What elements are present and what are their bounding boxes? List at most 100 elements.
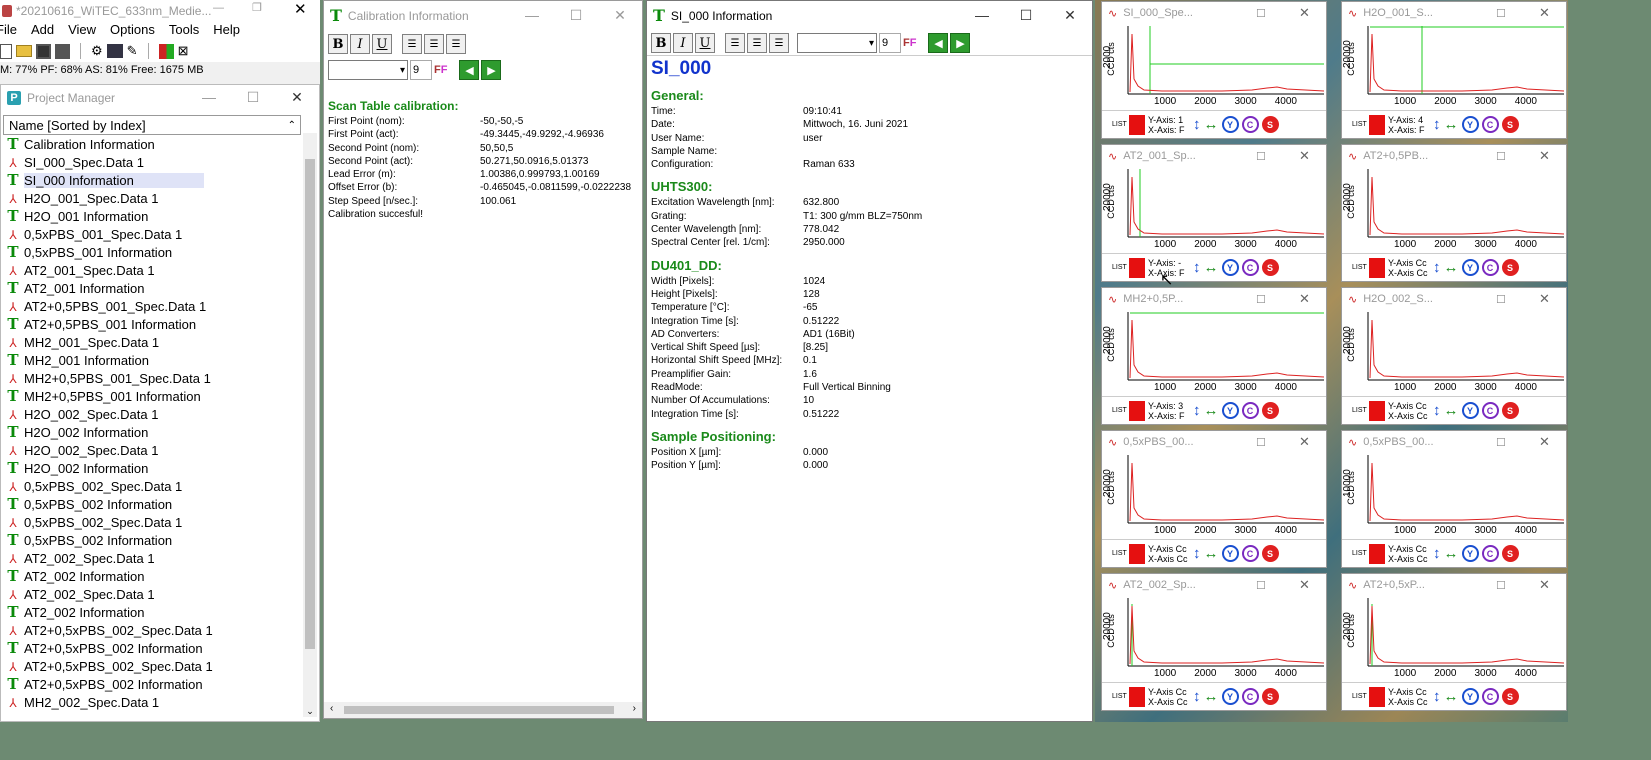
font-select[interactable]: [797, 33, 877, 53]
tree-item[interactable]: T MH2+0,5PBS_001 Information: [5, 387, 301, 405]
bold-button[interactable]: B: [651, 33, 671, 53]
tree-item[interactable]: ⅄ AT2+0,5xPBS_002_Spec.Data 1: [5, 621, 301, 639]
restore-button[interactable]: ❐: [252, 1, 262, 14]
font-color-icon[interactable]: FF: [434, 64, 447, 76]
spectrum-plot[interactable]: CCD cts 20000 1000 2000 3000 4000: [1102, 167, 1326, 255]
align-left-button[interactable]: ☰: [725, 33, 745, 53]
minimize-button[interactable]: —: [213, 2, 224, 14]
align-center-button[interactable]: ☰: [424, 34, 444, 54]
tree-item[interactable]: T Calibration Information: [5, 135, 301, 153]
horizontal-scale-icon[interactable]: ↔: [1444, 402, 1459, 419]
spectrum-plot[interactable]: CCD cts 20000 1000 2000 3000 4000: [1342, 167, 1566, 255]
color-swatch[interactable]: [1129, 400, 1145, 421]
c-icon[interactable]: C: [1481, 402, 1499, 419]
menu-options[interactable]: Options: [110, 22, 155, 40]
close-button[interactable]: ✕: [1539, 577, 1550, 593]
s-icon[interactable]: S: [1501, 116, 1519, 133]
italic-button[interactable]: I: [673, 33, 693, 53]
tree-item[interactable]: T SI_000 Information: [5, 171, 301, 189]
color-swatch[interactable]: [1369, 543, 1385, 564]
maximize-button[interactable]: ☐: [1496, 436, 1506, 449]
minimize-button[interactable]: —: [960, 1, 1004, 31]
color-swatch[interactable]: [1129, 114, 1145, 135]
spectrum-plot[interactable]: CCD cts 20000 1000 2000 3000 4000: [1102, 453, 1326, 541]
vertical-scale-icon[interactable]: ↕: [1193, 688, 1201, 705]
list-button[interactable]: LIST: [1112, 693, 1127, 701]
tree-item[interactable]: T AT2_002 Information: [5, 603, 301, 621]
c-icon[interactable]: C: [1481, 116, 1499, 133]
tree-item[interactable]: T H2O_002 Information: [5, 459, 301, 477]
tree-item[interactable]: ⅄ H2O_002_Spec.Data 1: [5, 441, 301, 459]
close-button[interactable]: ✕: [598, 1, 642, 31]
new-file-icon[interactable]: [0, 43, 12, 59]
save-all-icon[interactable]: [55, 43, 70, 59]
list-button[interactable]: LIST: [1352, 264, 1367, 272]
maximize-button[interactable]: ☐: [1496, 579, 1506, 592]
forward-button[interactable]: ▶: [481, 60, 502, 80]
tree-item[interactable]: T 0,5xPBS_002 Information: [5, 531, 301, 549]
tree-item[interactable]: ⅄ MH2_001_Spec.Data 1: [5, 333, 301, 351]
s-icon[interactable]: S: [1261, 259, 1279, 276]
font-color-icon[interactable]: FF: [903, 37, 916, 49]
tree-item[interactable]: ⅄ H2O_001_Spec.Data 1: [5, 189, 301, 207]
tree-item[interactable]: ⅄ H2O_002_Spec.Data 1: [5, 405, 301, 423]
align-right-button[interactable]: ☰: [446, 34, 466, 54]
tree-item[interactable]: T AT2_001 Information: [5, 279, 301, 297]
tree-item[interactable]: ⅄ AT2_001_Spec.Data 1: [5, 261, 301, 279]
font-select[interactable]: [328, 60, 408, 80]
font-size-field[interactable]: 9: [410, 60, 432, 80]
scroll-right-icon[interactable]: ›: [633, 703, 636, 714]
close-button[interactable]: ✕: [1299, 577, 1310, 593]
list-button[interactable]: LIST: [1352, 550, 1367, 558]
y-scale-icon[interactable]: Y: [1221, 402, 1239, 419]
tree-item[interactable]: ⅄ AT2+0,5PBS_001_Spec.Data 1: [5, 297, 301, 315]
pen-icon[interactable]: ✎: [127, 43, 138, 59]
maximize-button[interactable]: ☐: [1004, 1, 1048, 31]
list-button[interactable]: LIST: [1112, 121, 1127, 129]
list-button[interactable]: LIST: [1352, 121, 1367, 129]
c-icon[interactable]: C: [1241, 402, 1259, 419]
align-right-button[interactable]: ☰: [769, 33, 789, 53]
tree-item[interactable]: T 0,5xPBS_002 Information: [5, 495, 301, 513]
close-button[interactable]: ✕: [1299, 5, 1310, 21]
tree-item[interactable]: ⅄ 0,5xPBS_001_Spec.Data 1: [5, 225, 301, 243]
maximize-button[interactable]: ☐: [1496, 293, 1506, 306]
color-swatch[interactable]: [1369, 257, 1385, 278]
font-size-field[interactable]: 9: [879, 33, 901, 53]
c-icon[interactable]: C: [1241, 545, 1259, 562]
maximize-button[interactable]: ☐: [554, 1, 598, 31]
underline-button[interactable]: U: [372, 34, 392, 54]
s-icon[interactable]: S: [1261, 402, 1279, 419]
close-button[interactable]: ✕: [1539, 148, 1550, 164]
menu-tools[interactable]: Tools: [169, 22, 199, 40]
list-button[interactable]: LIST: [1112, 407, 1127, 415]
tree-item[interactable]: T H2O_001 Information: [5, 207, 301, 225]
horizontal-scale-icon[interactable]: ↔: [1444, 688, 1459, 705]
maximize-button[interactable]: ☐: [1256, 150, 1266, 163]
color-swatch[interactable]: [1129, 543, 1145, 564]
close-button[interactable]: ✕: [1539, 291, 1550, 307]
y-scale-icon[interactable]: Y: [1461, 688, 1479, 705]
tree-item[interactable]: ⅄ AT2_002_Spec.Data 1: [5, 549, 301, 567]
vertical-scale-icon[interactable]: ↕: [1433, 259, 1441, 276]
list-button[interactable]: LIST: [1112, 264, 1127, 272]
s-icon[interactable]: S: [1501, 402, 1519, 419]
horizontal-scale-icon[interactable]: ↔: [1444, 259, 1459, 276]
c-icon[interactable]: C: [1481, 688, 1499, 705]
list-button[interactable]: LIST: [1112, 550, 1127, 558]
italic-button[interactable]: I: [350, 34, 370, 54]
tree-item[interactable]: ⅄ 0,5xPBS_002_Spec.Data 1: [5, 477, 301, 495]
spectrum-window[interactable]: ∿ 0,5xPBS_00... ☐ ✕ CCD cts 10000 1000 2000 3000…: [1341, 430, 1567, 568]
tree-item[interactable]: ⅄ AT2+0,5xPBS_002_Spec.Data 1: [5, 657, 301, 675]
maximize-button[interactable]: ☐: [1256, 579, 1266, 592]
scrollbar-thumb[interactable]: [305, 159, 315, 649]
color-swatch[interactable]: [1369, 114, 1385, 135]
align-left-button[interactable]: ☰: [402, 34, 422, 54]
maximize-button[interactable]: ☐: [231, 85, 275, 111]
tree-item[interactable]: T AT2+0,5PBS_001 Information: [5, 315, 301, 333]
horizontal-scale-icon[interactable]: ↔: [1204, 116, 1219, 133]
spectrum-plot[interactable]: CCD cts 10000 1000 2000 3000 4000: [1342, 453, 1566, 541]
vertical-scale-icon[interactable]: ↕: [1193, 259, 1201, 276]
c-icon[interactable]: C: [1241, 688, 1259, 705]
spectrum-window[interactable]: ∿ AT2_001_Sp... ☐ ✕ CCD cts 20000 1000 2000 3000…: [1101, 144, 1327, 282]
